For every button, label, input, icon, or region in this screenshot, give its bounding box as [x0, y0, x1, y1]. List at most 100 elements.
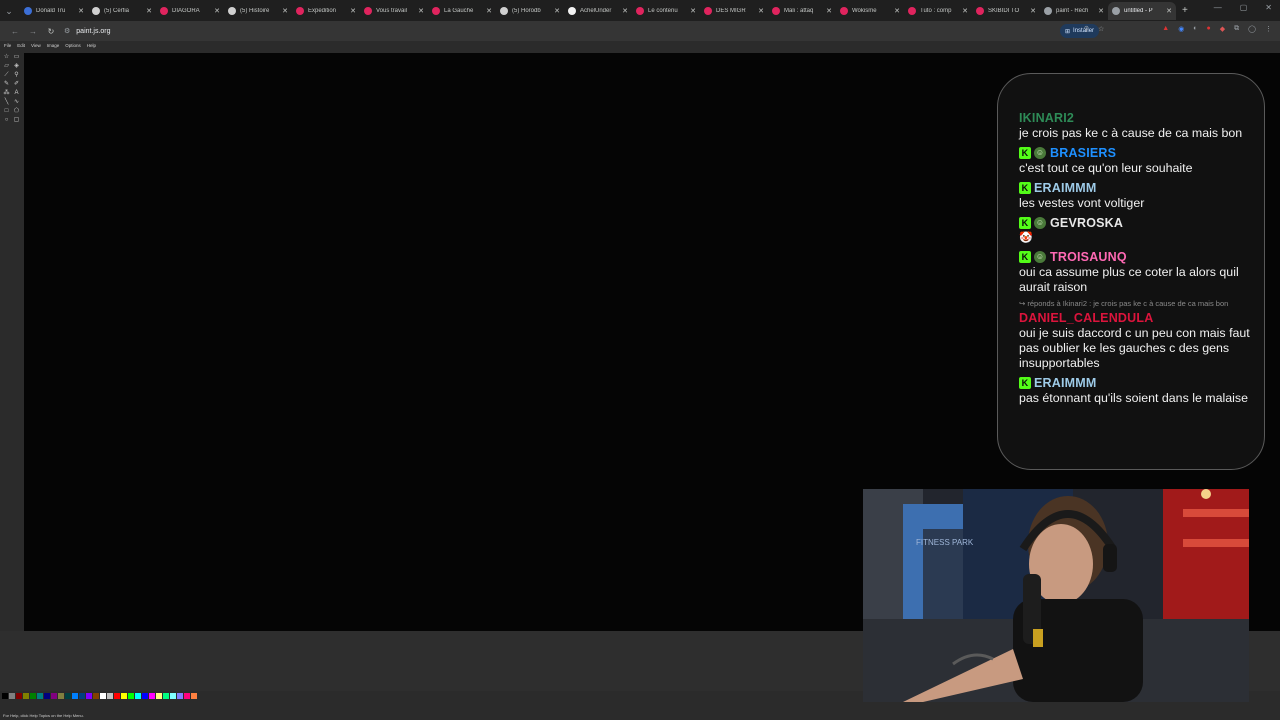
browser-tab[interactable]: DES MIGR ✕ [700, 2, 768, 20]
palette-swatch[interactable] [107, 693, 113, 699]
chat-username[interactable]: DANIEL_CALENDULA [1019, 310, 1153, 326]
tab-close-icon[interactable]: ✕ [690, 7, 696, 15]
chat-username[interactable]: IKINARI2 [1019, 110, 1074, 126]
palette-swatch[interactable] [121, 693, 127, 699]
polygon-icon[interactable]: ⬠ [12, 107, 21, 115]
menu-icon[interactable]: ⋮ [1265, 25, 1272, 33]
tab-close-icon[interactable]: ✕ [1098, 7, 1104, 15]
palette-swatch[interactable] [30, 693, 36, 699]
zoom-icon[interactable]: ⚲ [1084, 25, 1089, 33]
tab-close-icon[interactable]: ✕ [214, 7, 220, 15]
browser-tab[interactable]: La Gauche ✕ [428, 2, 496, 20]
rounded-rect-icon[interactable]: ▢ [12, 116, 21, 124]
fill-icon[interactable]: ◈ [12, 62, 21, 70]
minimize-icon[interactable]: — [1214, 3, 1222, 12]
chat-username[interactable]: BRASIERS [1050, 145, 1116, 161]
palette-swatch[interactable] [93, 693, 99, 699]
tab-close-icon[interactable]: ✕ [554, 7, 560, 15]
browser-tab[interactable]: Le contenu ✕ [632, 2, 700, 20]
browser-tab[interactable]: Donald Tru ✕ [20, 2, 88, 20]
tab-close-icon[interactable]: ✕ [1166, 7, 1172, 15]
palette-swatch[interactable] [37, 693, 43, 699]
reload-icon[interactable]: ↻ [42, 27, 60, 36]
magnifier-icon[interactable]: ⚲ [12, 71, 21, 79]
chat-username[interactable]: ERAIMMM [1034, 375, 1097, 391]
new-tab-button[interactable]: + [1182, 5, 1188, 16]
palette-swatch[interactable] [72, 693, 78, 699]
palette-swatch[interactable] [135, 693, 141, 699]
color-picker-icon[interactable]: ⟋ [2, 71, 11, 79]
tab-close-icon[interactable]: ✕ [146, 7, 152, 15]
palette-swatch[interactable] [170, 693, 176, 699]
tab-close-icon[interactable]: ✕ [758, 7, 764, 15]
palette-swatch[interactable] [44, 693, 50, 699]
browser-tab[interactable]: paint - Rech ✕ [1040, 2, 1108, 20]
palette-swatch[interactable] [163, 693, 169, 699]
address-bar[interactable]: ⚙ paint.js.org [64, 27, 111, 36]
palette-swatch[interactable] [58, 693, 64, 699]
browser-tab[interactable]: untitled - P ✕ [1108, 1, 1176, 20]
extension-record-icon[interactable]: ● [1207, 25, 1211, 33]
menu-item[interactable]: Options [65, 41, 81, 51]
tab-close-icon[interactable]: ✕ [1030, 7, 1036, 15]
browser-tab[interactable]: Mali : attaq ✕ [768, 2, 836, 20]
line-icon[interactable]: ╲ [2, 98, 11, 106]
forward-icon[interactable]: → [24, 27, 42, 36]
back-icon[interactable]: ← [6, 27, 24, 36]
chat-username[interactable]: TROISAUNQ [1050, 249, 1127, 265]
profile-icon[interactable]: ◯ [1248, 25, 1256, 33]
menu-item[interactable]: Image [47, 41, 60, 51]
palette-swatch[interactable] [184, 693, 190, 699]
ellipse-icon[interactable]: ○ [2, 116, 11, 124]
palette-swatch[interactable] [51, 693, 57, 699]
menu-item[interactable]: File [4, 41, 11, 51]
tab-close-icon[interactable]: ✕ [894, 7, 900, 15]
palette-swatch[interactable] [86, 693, 92, 699]
browser-tab[interactable]: (5) Horodb ✕ [496, 2, 564, 20]
tab-close-icon[interactable]: ✕ [350, 7, 356, 15]
rect-select-icon[interactable]: ▭ [12, 53, 21, 61]
site-info-icon[interactable]: ⚙ [64, 27, 70, 35]
palette-swatch[interactable] [191, 693, 197, 699]
tab-close-icon[interactable]: ✕ [78, 7, 84, 15]
browser-tab[interactable]: DIAGORA ✕ [156, 2, 224, 20]
palette-swatch[interactable] [142, 693, 148, 699]
menu-item[interactable]: Edit [17, 41, 25, 51]
browser-tab[interactable]: (5) Histoire ✕ [224, 2, 292, 20]
maximize-icon[interactable]: ▢ [1240, 3, 1248, 12]
extensions-icon[interactable]: ⧉ [1234, 25, 1239, 33]
browser-tab[interactable]: SKIBIDI TO ✕ [972, 2, 1040, 20]
tab-close-icon[interactable]: ✕ [282, 7, 288, 15]
palette-swatch[interactable] [23, 693, 29, 699]
tab-close-icon[interactable]: ✕ [418, 7, 424, 15]
curve-icon[interactable]: ∿ [12, 98, 21, 106]
tab-close-icon[interactable]: ✕ [622, 7, 628, 15]
extension-user-icon[interactable]: ◆ [1220, 25, 1225, 33]
tab-close-icon[interactable]: ✕ [962, 7, 968, 15]
palette-swatch[interactable] [79, 693, 85, 699]
extension-pdf-icon[interactable]: ▲ [1162, 25, 1169, 33]
extension-audio-icon[interactable]: ◐ [1193, 25, 1197, 33]
palette-swatch[interactable] [149, 693, 155, 699]
rectangle-icon[interactable]: □ [2, 107, 11, 115]
palette-swatch[interactable] [9, 693, 15, 699]
eraser-icon[interactable]: ▱ [2, 62, 11, 70]
palette-swatch[interactable] [128, 693, 134, 699]
browser-tab[interactable]: (5) Cerfia ✕ [88, 2, 156, 20]
tab-search-icon[interactable]: ⌄ [4, 6, 14, 16]
browser-tab[interactable]: Tuto : comp ✕ [904, 2, 972, 20]
palette-swatch[interactable] [65, 693, 71, 699]
text-icon[interactable]: A [12, 89, 21, 97]
palette-swatch[interactable] [156, 693, 162, 699]
chat-username[interactable]: GEVROSKA [1050, 215, 1123, 231]
browser-tab[interactable]: Wokisme ✕ [836, 2, 904, 20]
close-window-icon[interactable]: ✕ [1265, 3, 1272, 12]
tab-close-icon[interactable]: ✕ [826, 7, 832, 15]
chat-username[interactable]: ERAIMMM [1034, 180, 1097, 196]
menu-item[interactable]: Help [87, 41, 96, 51]
extension-translate-icon[interactable]: ◉ [1178, 25, 1184, 33]
palette-swatch[interactable] [16, 693, 22, 699]
palette-swatch[interactable] [114, 693, 120, 699]
browser-tab[interactable]: AchelUnder ✕ [564, 2, 632, 20]
free-select-icon[interactable]: ☆ [2, 53, 11, 61]
